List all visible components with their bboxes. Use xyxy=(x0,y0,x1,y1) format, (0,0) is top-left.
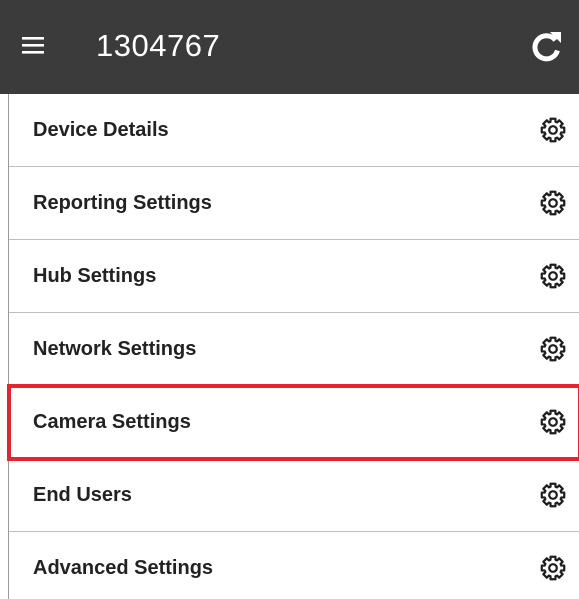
gear-icon xyxy=(540,263,566,289)
gear-icon xyxy=(540,117,566,143)
list-item-label: Hub Settings xyxy=(33,265,157,287)
settings-panel: Device Details Reporting Settings Hub Se… xyxy=(7,94,579,599)
list-item-network-settings[interactable]: Network Settings xyxy=(9,313,579,386)
list-item-label: Camera Settings xyxy=(33,411,191,433)
gear-icon xyxy=(540,190,566,216)
device-settings-screen: 1304767 Device Details Reporting Setting… xyxy=(0,0,579,599)
list-item-label: Device Details xyxy=(33,119,169,141)
list-item-label: Reporting Settings xyxy=(33,192,212,214)
list-item-hub-settings[interactable]: Hub Settings xyxy=(9,240,579,313)
page-title: 1304767 xyxy=(96,28,221,63)
list-item-label: Advanced Settings xyxy=(33,557,214,579)
list-item-label: Network Settings xyxy=(33,338,197,360)
list-item-advanced-settings[interactable]: Advanced Settings xyxy=(9,532,579,599)
list-item-label: End Users xyxy=(33,484,132,506)
gear-icon xyxy=(540,482,566,508)
list-item-end-users[interactable]: End Users xyxy=(9,459,579,532)
refresh-button[interactable] xyxy=(528,28,564,66)
hamburger-menu-icon xyxy=(22,33,62,61)
menu-button[interactable] xyxy=(22,33,62,61)
list-item-reporting-settings[interactable]: Reporting Settings xyxy=(9,167,579,240)
refresh-icon xyxy=(528,28,564,66)
settings-list: Device Details Reporting Settings Hub Se… xyxy=(7,94,579,599)
list-item-camera-settings[interactable]: Camera Settings xyxy=(7,384,579,461)
gear-icon xyxy=(540,336,566,362)
gear-icon xyxy=(540,409,566,435)
gear-icon xyxy=(540,555,566,581)
app-bar: 1304767 xyxy=(0,0,579,94)
list-item-device-details[interactable]: Device Details xyxy=(9,94,579,167)
